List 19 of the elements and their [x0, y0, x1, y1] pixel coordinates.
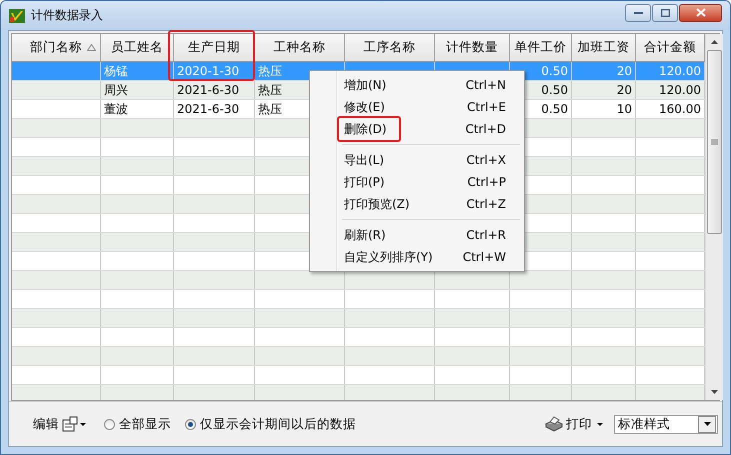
table-cell: 160.00: [659, 102, 701, 116]
table-cell: 2021-6-30: [177, 83, 240, 97]
table-cell: 0.50: [541, 64, 568, 78]
table-cell: 董波: [104, 102, 128, 116]
table-cell: 120.00: [659, 83, 701, 97]
table-cell: 0.50: [541, 102, 568, 116]
table-cell: 20: [616, 64, 632, 78]
table-cell: 0.50: [541, 83, 568, 97]
window-title: 计件数据录入: [31, 7, 103, 24]
table-cell: 120.00: [659, 64, 701, 78]
table-cell: 热压: [258, 102, 282, 116]
table-cell: 热压: [258, 83, 282, 97]
table-cell: 热压: [258, 64, 282, 78]
table-cell: 2020-1-30: [177, 64, 240, 78]
table-cell: 杨锰: [104, 64, 128, 78]
table-cell: 周兴: [104, 83, 128, 97]
table-cell: 10: [616, 102, 632, 116]
table-cell: 2021-6-30: [177, 102, 240, 116]
table-cell: 20: [616, 83, 632, 97]
